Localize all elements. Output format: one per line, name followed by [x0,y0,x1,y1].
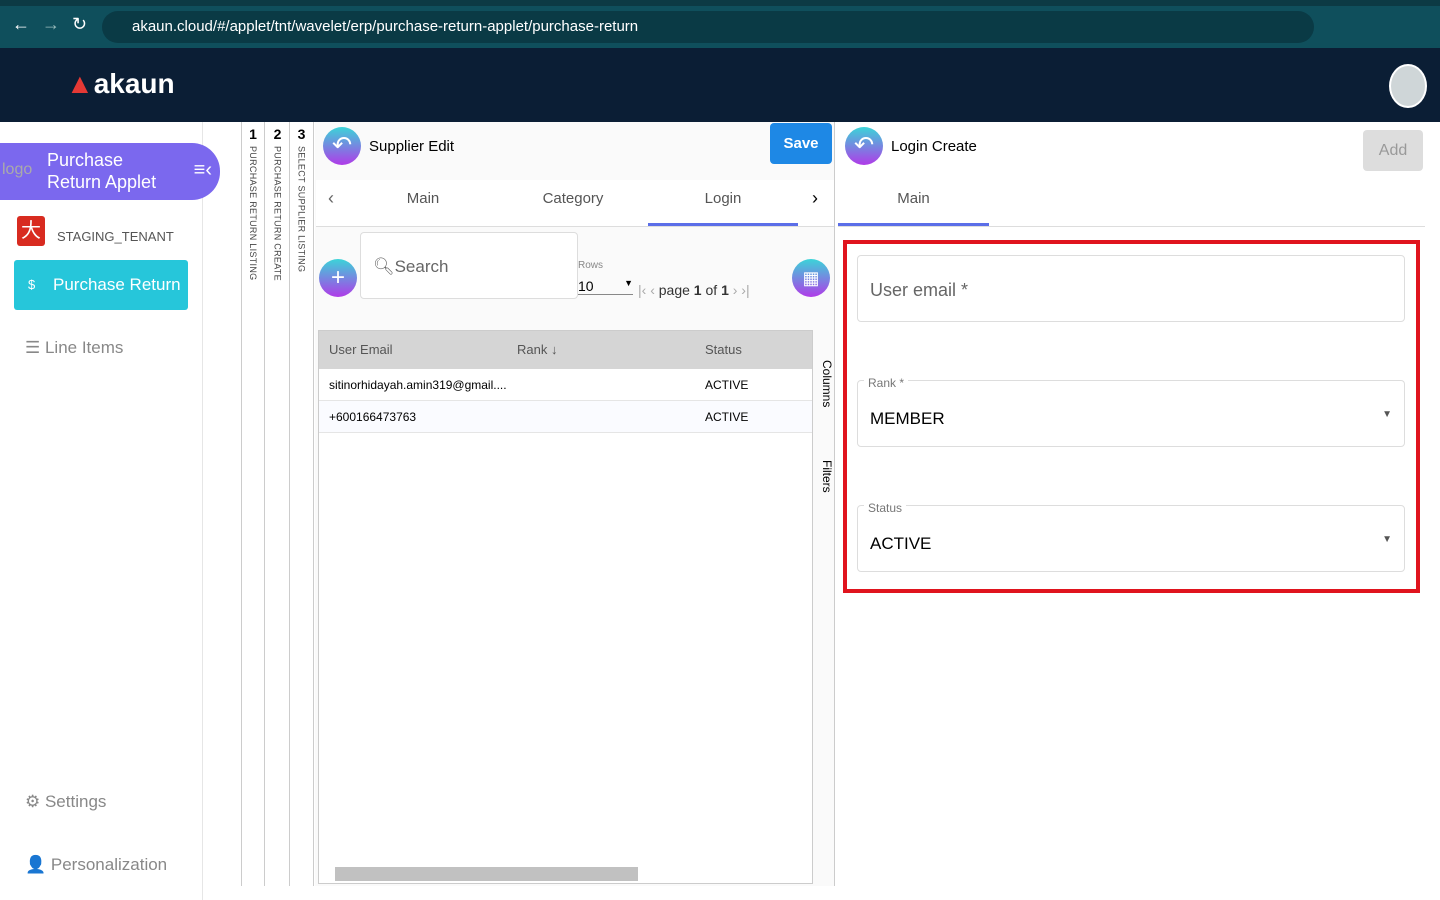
sidebar-item-purchase-return[interactable]: $ Purchase Return [14,260,188,310]
panel-title: Login Create [891,138,977,155]
tab-login[interactable]: Login [648,180,798,226]
tab-main[interactable]: Main [348,180,498,226]
tenant-icon: 大 [17,216,45,246]
column-user-email[interactable]: User Email [319,331,507,369]
gear-icon: ⚙ [25,792,45,811]
step-tab-2[interactable]: 2 PURCHASE RETURN CREATE [266,122,290,886]
rank-select[interactable]: MEMBER ▼ [857,380,1405,447]
save-button[interactable]: Save [770,123,832,164]
applet-header: logo Purchase Return Applet ≡‹ [0,143,220,200]
back-button[interactable]: ↶ [323,127,361,165]
list-icon: ☰ [25,338,45,357]
rank-label: Rank * [864,376,909,390]
table-row[interactable]: sitinorhidayah.amin319@gmail.... ACTIVE [319,369,812,401]
url-bar[interactable]: akaun.cloud/#/applet/tnt/wavelet/erp/pur… [102,11,1314,43]
column-rank[interactable]: Rank ↓ [507,331,695,369]
forward-icon[interactable]: → [42,14,60,35]
sidebar-item-settings[interactable]: ⚙ Settings [25,792,106,812]
tenant-name: STAGING_TENANT [57,229,174,244]
applet-title: Purchase Return Applet [47,150,157,192]
user-email-input[interactable]: User email * [857,255,1405,322]
tab-category[interactable]: Category [498,180,648,226]
tabs-prev-icon[interactable]: ‹ [328,188,334,209]
paginator: |‹ ‹ page 1 of 1 › ›| [638,282,750,298]
grid-view-button[interactable]: ▦ [792,259,830,297]
columns-side-button[interactable]: Columns [814,360,834,407]
app-logo: ▲akaun [66,68,175,99]
status-label: Status [864,501,907,515]
horizontal-scrollbar[interactable] [335,867,638,881]
table-row[interactable]: +600166473763 ACTIVE [319,401,812,433]
tabs-next-icon[interactable]: › [812,188,818,209]
step-tab-1[interactable]: 1 PURCHASE RETURN LISTING [241,122,265,886]
sidebar-item-line-items[interactable]: ☰ Line Items [25,338,123,358]
data-grid: User Email Rank ↓ Status sitinorhidayah.… [318,330,813,884]
logo-image: logo [2,161,33,178]
rows-label: Rows [578,260,604,271]
app-header [0,48,1440,122]
filters-side-button[interactable]: Filters [814,460,834,493]
reload-icon[interactable]: ↻ [72,14,87,35]
status-select[interactable]: ACTIVE ▼ [857,505,1405,572]
avatar[interactable] [1389,64,1427,108]
back-icon[interactable]: ← [12,14,30,35]
search-icon: 🔍︎ [373,257,395,276]
back-button[interactable]: ↶ [845,127,883,165]
add-button[interactable]: Add [1363,130,1423,171]
invoice-icon: $ [28,277,36,292]
column-status[interactable]: Status [695,331,742,369]
panel-title: Supplier Edit [369,138,455,155]
menu-collapse-icon[interactable]: ≡‹ [194,159,212,181]
add-button[interactable]: + [319,259,357,297]
person-icon: 👤 [25,855,51,874]
step-tab-3[interactable]: 3 SELECT SUPPLIER LISTING [290,122,314,886]
tab-main[interactable]: Main [838,180,989,226]
rows-select[interactable]: 10 ▼ [578,278,633,295]
search-input[interactable]: 🔍︎Search [360,232,578,299]
last-page-icon[interactable]: › ›| [733,282,750,298]
sidebar-item-personalization[interactable]: 👤 Personalization [25,855,167,875]
first-page-icon[interactable]: |‹ ‹ [638,282,659,298]
